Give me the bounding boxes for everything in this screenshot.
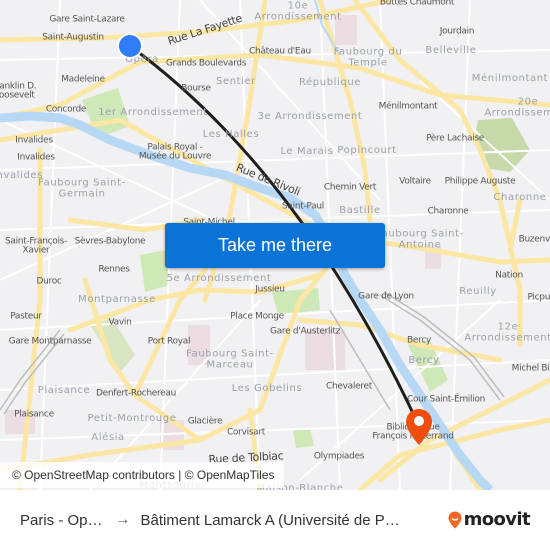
map-label: Chevaleret: [326, 381, 372, 392]
route-footer: Paris - Op… → Bâtiment Lamarck A (Univer…: [0, 490, 550, 550]
map-label: Palais Royal - Musée du Louvre: [138, 142, 212, 162]
map-label: Père Lachaise: [425, 133, 485, 144]
map-label: Pasteur: [10, 311, 42, 322]
osm-attribution-link[interactable]: © OpenStreetMap contributors: [12, 468, 175, 482]
moovit-wordmark: moovit: [463, 509, 531, 530]
map-label: Saint-François-Xavier: [4, 236, 68, 256]
map-label: Saint-Paul: [282, 201, 324, 212]
map-label: Jussieu: [255, 284, 285, 295]
map-attribution: © OpenStreetMap contributors | © OpenMap…: [0, 462, 285, 488]
map-label: Ménilmontant: [378, 101, 438, 112]
map-label: Les Halles: [202, 128, 260, 140]
map-label: Buzenval: [518, 234, 550, 245]
moovit-pin-icon: [448, 511, 462, 528]
map-label: Place Monge: [230, 311, 284, 322]
map-label: Grands Boulevards: [165, 58, 247, 69]
map-label: Gare Montparnasse: [8, 336, 92, 347]
map-label: Ménilmontant: [471, 72, 549, 84]
map-label: 12e Arrondissement: [464, 321, 550, 343]
map-label: 5e Arrondissement: [166, 272, 272, 284]
map-label: Les Gobelins: [231, 382, 303, 394]
map-label: Bourse: [181, 83, 211, 94]
map-label: Rennes: [98, 264, 130, 275]
map-label: Jourdain: [439, 26, 475, 37]
map-label: Buttes Chaumont: [379, 0, 455, 8]
map-label: Gare d'Austerlitz: [269, 326, 341, 337]
map-label: Saint-Augustin: [42, 32, 104, 43]
map-label: Madeleine: [61, 74, 105, 85]
map-label: 3e Arrondissement: [257, 110, 363, 122]
map-label: Nation: [495, 270, 523, 281]
map-label: 20e Arrondissement: [484, 96, 550, 118]
map-label: Denfert-Rochereau: [95, 388, 177, 399]
origin-name: Paris - Op…: [20, 511, 103, 529]
map-label: Cour Saint-Émilion: [406, 394, 486, 405]
map-label: Invalides: [15, 135, 53, 146]
map-label: Bercy: [408, 354, 440, 366]
map-label: Montparnasse: [78, 293, 156, 305]
map-label: Vavin: [108, 317, 132, 328]
map-label: 10e Arrondissement: [254, 0, 342, 22]
map-label: Picpus: [527, 292, 550, 303]
map-label: Sentier: [215, 75, 257, 87]
map-label: Michel Bizot: [511, 363, 550, 374]
origin-marker[interactable]: [119, 35, 141, 57]
map-label: Gare Saint-Lazare: [49, 14, 125, 25]
arrow-right-icon: →: [114, 511, 131, 528]
map-label: Popincourt: [337, 144, 397, 156]
map-label: Bercy: [407, 335, 431, 346]
moovit-logo[interactable]: moovit: [448, 509, 531, 530]
map-label: République: [298, 76, 362, 88]
map-label: Corvisart: [226, 427, 266, 438]
map-label: Faubourg du Temple: [333, 46, 403, 68]
map-label: Faubourg Saint-Marceau: [186, 348, 274, 370]
map-label: Gare de Lyon: [358, 291, 414, 302]
map-label: Sèvres-Babylone: [74, 236, 146, 247]
map-label: Invalides: [17, 152, 55, 163]
map-label: Le Marais: [280, 145, 334, 157]
map-label: Alésia: [91, 431, 125, 443]
attribution-separator: |: [174, 468, 185, 482]
map-label: Philippe Auguste: [444, 176, 516, 187]
map-label: Duroc: [36, 276, 62, 287]
destination-name: Bâtiment Lamarck A (Université de P…: [140, 511, 400, 529]
map-label: Reuilly: [459, 285, 497, 297]
map-label: Voltaire: [399, 176, 431, 187]
map-label: Chemin Vert: [323, 182, 377, 193]
map-label: Olympiades: [313, 451, 365, 462]
map-label: Glacière: [187, 416, 223, 427]
map[interactable]: Gare Saint-Lazare Saint-Augustin Opéra Made…: [0, 0, 550, 490]
map-label: Petit-Montrouge: [87, 412, 177, 424]
openmaptiles-attribution-link[interactable]: © OpenMapTiles: [185, 468, 275, 482]
map-label: Franklin D. Roosevelt: [0, 81, 37, 101]
map-label: Plaisance: [37, 384, 91, 396]
map-label: Port Royal: [147, 336, 191, 347]
map-label: Château d'Eau: [249, 46, 311, 57]
map-label: Charonne: [427, 206, 469, 217]
map-label: 1er Arrondissement: [98, 106, 208, 118]
map-label: Charonne: [493, 191, 547, 203]
map-label: Concorde: [45, 104, 87, 115]
destination-pin-icon[interactable]: [405, 408, 433, 446]
map-label: Plaisance: [14, 409, 54, 420]
take-me-there-button[interactable]: Take me there: [165, 223, 385, 268]
map-label: Belleville: [425, 44, 477, 56]
map-label: Bastille: [339, 204, 381, 216]
map-label: Faubourg Saint-Germain: [38, 177, 126, 199]
